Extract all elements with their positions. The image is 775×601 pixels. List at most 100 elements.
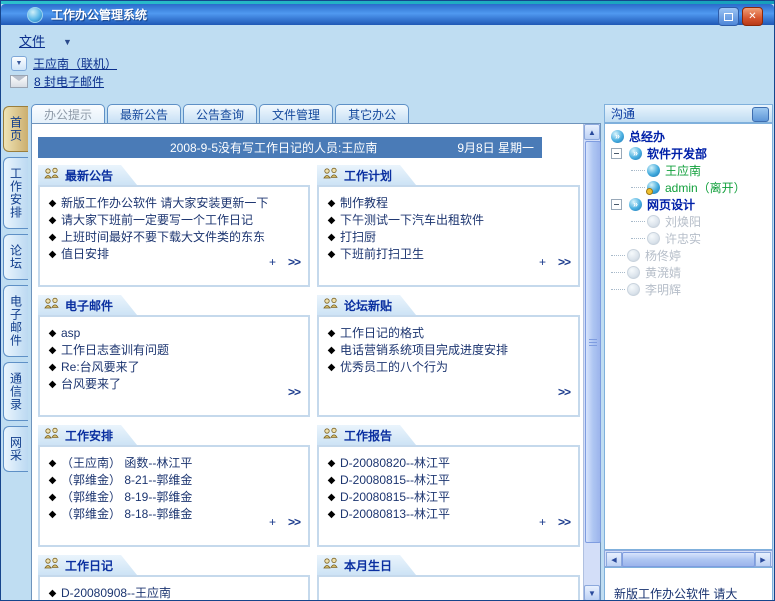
card-body: ◆ （王应南） 函数--林江平 ◆ （郭维金） 8-21--郭维金 ◆ （郭维金） 8-1… [38, 445, 310, 547]
list-item[interactable]: ◆ D-20080820--林江平 [323, 455, 574, 472]
list-item[interactable]: ◆ 下班前打扫卫生 [323, 246, 574, 263]
tab-3[interactable]: 文件管理 [259, 104, 334, 124]
tree-node-3[interactable]: admin（离开） [605, 179, 772, 196]
card-more-links: + >> [269, 255, 301, 269]
tab-0[interactable]: 办公提示 [31, 104, 106, 124]
comm-popout-icon[interactable] [752, 107, 769, 122]
menu-bar: 文件 ▼ [1, 25, 774, 51]
tree-node-label: 杨佟婷 [645, 249, 682, 263]
list-item[interactable]: ◆ 新版工作办公软件 请大家安装更新一下 [44, 195, 304, 212]
list-item[interactable]: ◆ 上班时间最好不要下载大文件类的东东 [44, 229, 304, 246]
title-bar[interactable]: 工作办公管理系统 ✕ [1, 4, 774, 26]
view-more-button[interactable]: >> [288, 255, 301, 269]
tab-4[interactable]: 其它办公 [335, 104, 410, 124]
side-tab-label: 工作安排 [8, 167, 23, 219]
list-item[interactable]: ◆ 工作日志查训有问题 [44, 342, 304, 359]
list-item-text: D-20080815--林江平 [340, 473, 451, 487]
card-0: 最新公告 ◆ 新版工作办公软件 请大家安装更新一下 ◆ 请大家下班前一定要写一个工作日记… [38, 165, 310, 287]
tab-2[interactable]: 公告查询 [183, 104, 258, 124]
list-item[interactable]: ◆ 优秀员工的八个行为 [323, 359, 574, 376]
group-icon [323, 296, 339, 314]
list-item[interactable]: ◆ D-20080815--林江平 [323, 472, 574, 489]
scroll-up-button[interactable]: ▲ [584, 124, 600, 140]
side-tab-4[interactable]: 通信录 [3, 362, 28, 421]
view-more-button[interactable]: >> [558, 385, 571, 399]
tree-node-6[interactable]: 许忠实 [605, 230, 772, 247]
tree-node-1[interactable]: » 软件开发部 [605, 145, 772, 162]
list-item[interactable]: ◆ 工作日记的格式 [323, 325, 574, 342]
view-more-button[interactable]: >> [558, 515, 571, 529]
side-tab-5[interactable]: 网采 [3, 426, 28, 472]
list-item-text: 工作日志查训有问题 [61, 343, 170, 357]
card-header: 工作安排 [38, 425, 137, 445]
close-button[interactable]: ✕ [742, 7, 763, 26]
diamond-bullet-icon: ◆ [48, 379, 57, 390]
side-tab-3[interactable]: 电子邮件 [3, 285, 28, 357]
list-item[interactable]: ◆ 下午测试一下汽车出租软件 [323, 212, 574, 229]
diamond-bullet-icon: ◆ [327, 458, 336, 469]
add-item-button[interactable]: + [539, 515, 546, 529]
diamond-bullet-icon: ◆ [327, 492, 336, 503]
tree-node-5[interactable]: 刘焕阳 [605, 213, 772, 230]
list-item[interactable]: ◆ （郭维金） 8-18--郭维金 [44, 506, 304, 523]
diamond-bullet-icon: ◆ [327, 475, 336, 486]
tab-1[interactable]: 最新公告 [107, 104, 182, 124]
list-item[interactable]: ◆ 值日安排 [44, 246, 304, 263]
diamond-bullet-icon: ◆ [48, 328, 57, 339]
vertical-scrollbar[interactable]: ▲ ▼ [583, 124, 601, 600]
list-item[interactable]: ◆ （郭维金） 8-19--郭维金 [44, 489, 304, 506]
list-item[interactable]: ◆ D-20080813--林江平 [323, 506, 574, 523]
collapse-toggle-icon[interactable] [611, 148, 622, 159]
list-item[interactable]: ◆ 制作教程 [323, 195, 574, 212]
scroll-right-button[interactable]: ▶ [755, 552, 771, 567]
file-menu[interactable]: 文件 [19, 31, 45, 50]
list-item[interactable]: ◆ D-20080908--王应南 [44, 585, 304, 600]
scroll-down-button[interactable]: ▼ [584, 585, 600, 600]
vertical-scroll-thumb[interactable] [585, 141, 601, 543]
scroll-left-button[interactable]: ◀ [606, 552, 622, 567]
list-item[interactable]: ◆ 台风要来了 [44, 376, 304, 393]
tree-node-4[interactable]: » 网页设计 [605, 196, 772, 213]
side-tab-0[interactable]: 首页 [3, 106, 28, 152]
collapse-toggle-icon[interactable] [611, 199, 622, 210]
tree-node-0[interactable]: » 总经办 [605, 128, 772, 145]
view-more-button[interactable]: >> [288, 385, 301, 399]
communication-panel: 沟通 » 总经办 » 软件开发部 王应南 admin（离开） » 网页设计 刘焕阳 许忠实 杨佟婷黄… [604, 104, 773, 600]
diamond-bullet-icon: ◆ [327, 509, 336, 520]
list-item-text: Re:台风要来了 [61, 360, 140, 374]
view-more-button[interactable]: >> [288, 515, 301, 529]
group-icon [323, 556, 339, 574]
horizontal-scroll-thumb[interactable] [622, 552, 755, 567]
tree-node-9[interactable]: 李明辉 [605, 281, 772, 298]
list-item[interactable]: ◆ 电话营销系统项目完成进度安排 [323, 342, 574, 359]
diamond-bullet-icon: ◆ [48, 458, 57, 469]
side-tab-1[interactable]: 工作安排 [3, 157, 28, 229]
restore-button[interactable] [718, 7, 739, 26]
list-item[interactable]: ◆ Re:台风要来了 [44, 359, 304, 376]
file-menu-arrow-icon[interactable]: ▼ [63, 37, 72, 47]
list-item-text: 下班前打扫卫生 [340, 247, 425, 261]
list-item[interactable]: ◆ asp [44, 325, 304, 342]
mail-summary-link[interactable]: 8 封电子邮件 [34, 73, 104, 90]
tree-horizontal-scrollbar[interactable]: ◀ ▶ [604, 550, 773, 567]
tree-connector [611, 271, 625, 274]
side-tab-2[interactable]: 论坛 [3, 234, 28, 280]
add-item-button[interactable]: + [269, 515, 276, 529]
list-item[interactable]: ◆ 请大家下班前一定要写一个工作日记 [44, 212, 304, 229]
list-item[interactable]: ◆ D-20080815--林江平 [323, 489, 574, 506]
app-window: 工作办公管理系统 ✕ 文件 ▼ ▼ 王应南（联机） 8 封电子邮件 首页工作安排… [0, 0, 775, 601]
tree-node-8[interactable]: 黄溌婧 [605, 264, 772, 281]
add-item-button[interactable]: + [539, 255, 546, 269]
card-title: 论坛新贴 [344, 298, 393, 313]
user-status-link[interactable]: 王应南（联机） [33, 55, 117, 72]
list-item[interactable]: ◆ （郭维金） 8-21--郭维金 [44, 472, 304, 489]
view-more-button[interactable]: >> [558, 255, 571, 269]
tree-node-7[interactable]: 杨佟婷 [605, 247, 772, 264]
status-dropdown-button[interactable]: ▼ [11, 55, 27, 71]
diamond-bullet-icon: ◆ [48, 362, 57, 373]
tree-node-2[interactable]: 王应南 [605, 162, 772, 179]
add-item-button[interactable]: + [269, 255, 276, 269]
list-item[interactable]: ◆ （王应南） 函数--林江平 [44, 455, 304, 472]
main-content: 2008-9-5没有写工作日记的人员:王应南 9月8日 星期一 最新公告 ◆ 新版工… [31, 123, 601, 600]
list-item[interactable]: ◆ 打扫厨 [323, 229, 574, 246]
